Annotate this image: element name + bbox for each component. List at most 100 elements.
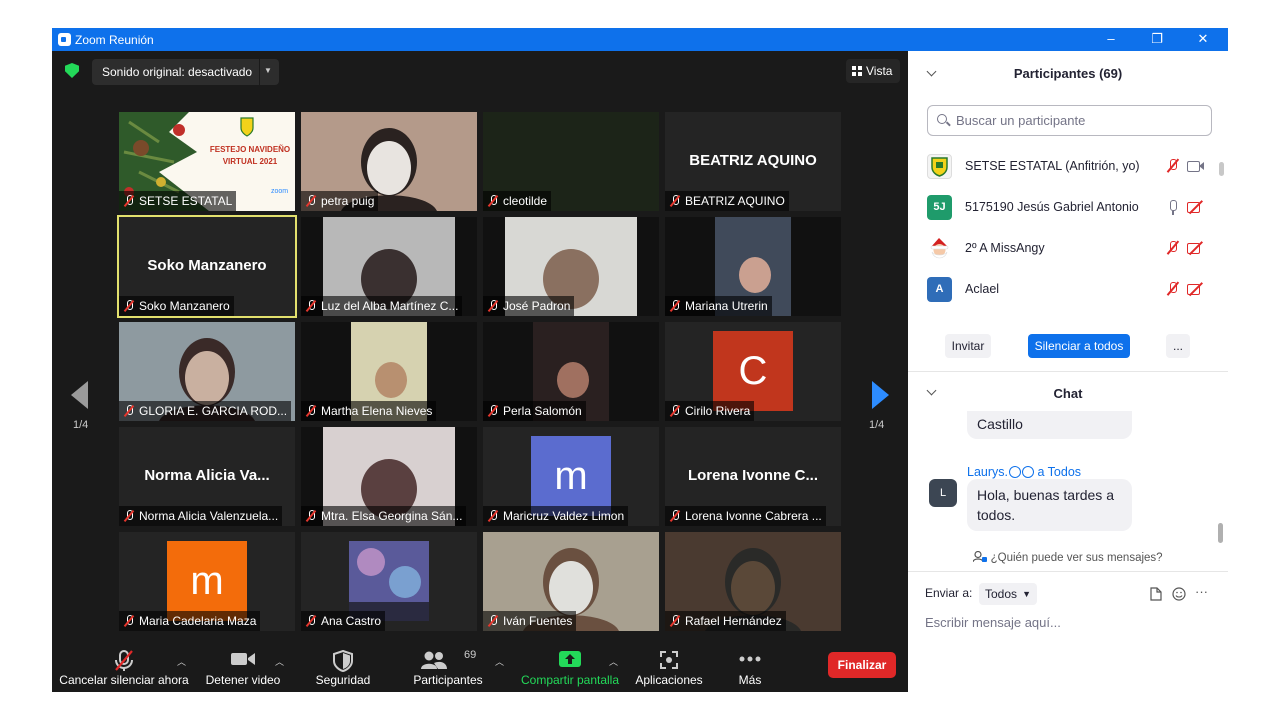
encryption-shield-icon[interactable]	[65, 63, 79, 78]
participant-name-label: Rafael Hernández	[665, 611, 786, 631]
microphone-muted-icon[interactable]	[1165, 240, 1181, 256]
participant-search-input[interactable]: Buscar un participante	[927, 105, 1212, 136]
microphone-muted-icon	[306, 195, 316, 207]
end-meeting-button[interactable]: Finalizar	[828, 652, 896, 678]
previous-message-bubble: Castillo	[967, 411, 1132, 439]
send-to-dropdown[interactable]: Todos ▼	[979, 583, 1037, 605]
restore-button[interactable]: ❐	[1142, 29, 1172, 49]
window-title: Zoom Reunión	[75, 33, 154, 47]
video-off-icon[interactable]	[1187, 282, 1205, 296]
smiley-icon	[1009, 466, 1021, 478]
participant-row[interactable]: SETSE ESTATAL (Anfitrión, yo)	[908, 146, 1228, 187]
microphone-muted-icon	[306, 615, 316, 627]
file-icon[interactable]	[1150, 587, 1162, 601]
participant-video-tile[interactable]: Ana Castro	[301, 532, 477, 631]
divider	[908, 371, 1228, 372]
share-options-caret-icon[interactable]: ︿	[609, 655, 618, 668]
chevron-down-icon[interactable]: ▼	[264, 66, 272, 75]
participant-name: Cirilo Rivera	[685, 404, 751, 418]
share-screen-icon	[559, 651, 581, 667]
participant-video-tile[interactable]: Norma Alicia Va... Norma Alicia Valenzuel…	[119, 427, 295, 526]
zoom-brand-text: zoom	[271, 188, 289, 195]
participant-video-tile[interactable]: C Cirilo Rivera	[665, 322, 841, 421]
chat-more-button[interactable]: ···	[1195, 584, 1208, 599]
microphone-muted-icon	[306, 300, 316, 312]
stop-video-label: Detener video	[205, 673, 281, 687]
participant-video-tile[interactable]: Perla Salomón	[483, 322, 659, 421]
video-off-icon[interactable]	[1187, 200, 1205, 214]
participant-video-tile[interactable]: BEATRIZ AQUINO BEATRIZ AQUINO	[665, 112, 841, 211]
participant-row[interactable]: A Aclael	[908, 269, 1228, 310]
participants-options-caret-icon[interactable]: ︿	[495, 655, 504, 668]
participant-avatar: A	[927, 277, 952, 302]
original-sound-toggle[interactable]: Sonido original: desactivado ▼	[92, 59, 279, 85]
participant-letter-avatar: C	[713, 331, 793, 411]
view-button[interactable]: Vista	[846, 59, 900, 83]
participant-video-tile[interactable]: José Padron	[483, 217, 659, 316]
participant-letter-avatar: m	[167, 541, 247, 621]
participant-video-tile[interactable]: GLORIA E. GARCIA ROD...	[119, 322, 295, 421]
participants-scrollbar[interactable]	[1219, 162, 1224, 176]
video-off-icon[interactable]	[1187, 241, 1205, 255]
participant-letter-avatar: m	[531, 436, 611, 516]
microphone-icon[interactable]	[1165, 199, 1181, 215]
previous-page-arrow-icon[interactable]	[71, 381, 88, 409]
participant-video-tile[interactable]: Martha Elena Nieves	[301, 322, 477, 421]
microphone-muted-icon	[488, 405, 498, 417]
participant-video-tile[interactable]: m Maricruz Valdez Limon	[483, 427, 659, 526]
participant-video-tile[interactable]: Rafael Hernández	[665, 532, 841, 631]
participant-video-tile[interactable]: m Maria Cadelaria Maza	[119, 532, 295, 631]
unmute-button[interactable]: Cancelar silenciar ahora	[59, 644, 189, 692]
emoji-icon[interactable]	[1172, 587, 1186, 601]
participant-name-label: Martha Elena Nieves	[301, 401, 437, 421]
santa-avatar-icon	[927, 236, 952, 261]
chat-message-input[interactable]: Escribir mensaje aquí...	[925, 615, 1061, 630]
stop-video-button[interactable]: Detener video	[202, 644, 284, 692]
chat-message-bubble: Hola, buenas tardes a todos.	[967, 479, 1132, 531]
share-screen-button[interactable]: Compartir pantalla	[518, 644, 622, 692]
microphone-muted-icon[interactable]	[1165, 281, 1181, 297]
participant-video-tile[interactable]: Mtra. Elsa Georgina Sán...	[301, 427, 477, 526]
video-camera-icon[interactable]	[1187, 159, 1205, 173]
invite-button[interactable]: Invitar	[945, 334, 991, 358]
participant-video-tile[interactable]: cleotilde	[483, 112, 659, 211]
participant-video-tile[interactable]: Soko Manzanero Soko Manzanero	[117, 215, 297, 318]
zoom-logo-icon	[58, 33, 71, 46]
minimize-button[interactable]: –	[1096, 29, 1126, 49]
participant-display-name: Norma Alicia Va...	[144, 467, 270, 484]
microphone-muted-icon	[115, 650, 133, 671]
banner-line-2: VIRTUAL 2021	[222, 157, 278, 166]
participant-name-label: Cirilo Rivera	[665, 401, 755, 421]
participant-video-tile[interactable]: petra puig	[301, 112, 477, 211]
mute-all-button[interactable]: Silenciar a todos	[1028, 334, 1130, 358]
apps-button[interactable]: Aplicaciones	[632, 644, 706, 692]
participant-name-label: Iván Fuentes	[483, 611, 577, 631]
participant-row-partial[interactable]	[908, 310, 1228, 316]
participant-name: Soko Manzanero	[139, 299, 230, 313]
participant-video-tile[interactable]: Iván Fuentes	[483, 532, 659, 631]
participant-name-label: cleotilde	[483, 191, 552, 211]
video-options-caret-icon[interactable]: ︿	[275, 655, 284, 668]
audio-options-caret-icon[interactable]: ︿	[177, 655, 186, 668]
participant-video-tile[interactable]: FESTEJO NAVIDEÑO VIRTUAL 2021 zoom SETSE ES…	[119, 112, 295, 211]
security-button[interactable]: Seguridad	[310, 644, 376, 692]
participants-button[interactable]: 69 Participantes	[410, 644, 486, 692]
participant-video-tile[interactable]: Lorena Ivonne C... Lorena Ivonne Cabrera …	[665, 427, 841, 526]
microphone-muted-icon[interactable]	[1165, 158, 1181, 174]
more-button[interactable]: Más	[727, 644, 773, 692]
chat-scrollbar[interactable]	[1218, 523, 1223, 543]
participant-video-tile[interactable]: Mariana Utrerin	[665, 217, 841, 316]
participant-name-label: Mtra. Elsa Georgina Sán...	[301, 506, 467, 526]
close-button[interactable]: ✕	[1188, 29, 1218, 49]
participants-count: 69	[464, 649, 477, 661]
who-can-see-messages-link[interactable]: ¿Quién puede ver sus mensajes?	[908, 550, 1228, 564]
participant-video-tile[interactable]: Luz del Alba Martínez C...	[301, 217, 477, 316]
smiley-icon	[1022, 466, 1034, 478]
participant-row[interactable]: 2º A MissAngy	[908, 228, 1228, 269]
participant-name-label: Norma Alicia Valenzuela...	[119, 506, 283, 526]
apps-icon	[660, 651, 678, 669]
next-page-arrow-icon[interactable]	[872, 381, 889, 409]
participant-name-label: petra puig	[301, 191, 379, 211]
participant-row[interactable]: 5J 5175190 Jesús Gabriel Antonio	[908, 187, 1228, 228]
participants-more-button[interactable]: ...	[1166, 334, 1190, 358]
